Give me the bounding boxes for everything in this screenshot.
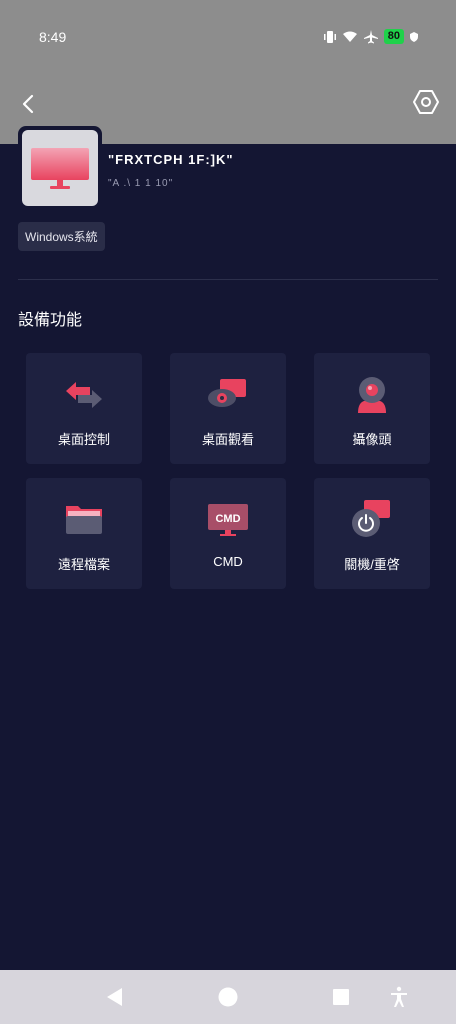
- section-title: 設備功能: [18, 312, 83, 329]
- monitor-icon: [31, 148, 89, 189]
- desktop-control-button[interactable]: 桌面控制: [26, 353, 142, 464]
- divider: [18, 279, 438, 280]
- tile-label: 桌面觀看: [201, 432, 254, 447]
- status-time: 8:49: [39, 29, 67, 45]
- system-nav-bar: [0, 970, 456, 1024]
- tile-label: 遠程檔案: [57, 557, 110, 572]
- cmd-icon-text: CMD: [215, 513, 240, 525]
- power-button[interactable]: 關機/重啓: [314, 478, 430, 589]
- device-id: "A .\ 1 1 10": [108, 178, 174, 189]
- airplane-icon: [363, 29, 378, 43]
- desktop-view-icon: [208, 379, 246, 407]
- back-button[interactable]: [16, 90, 44, 118]
- remote-files-button[interactable]: 遠程檔案: [26, 478, 142, 589]
- camera-icon: [358, 377, 386, 413]
- nav-recents-icon[interactable]: [330, 986, 352, 1008]
- tile-label: 攝像頭: [352, 432, 392, 447]
- battery-indicator: 80: [383, 29, 404, 44]
- tile-label: 桌面控制: [57, 432, 110, 447]
- wifi-icon: [342, 31, 357, 42]
- cmd-icon: CMD: [208, 504, 248, 536]
- power-icon: [352, 500, 390, 537]
- accessibility-icon[interactable]: [388, 986, 410, 1008]
- shield-icon: [410, 31, 418, 42]
- vibrate-icon: [323, 30, 336, 43]
- device-thumbnail: [22, 130, 98, 206]
- device-name: "FRXTCPH 1F:]K": [108, 152, 234, 167]
- settings-icon[interactable]: [412, 88, 440, 116]
- nav-back-icon[interactable]: [104, 986, 126, 1008]
- status-bar: 8:49 80: [0, 0, 456, 72]
- nav-home-icon[interactable]: [217, 986, 239, 1008]
- tile-label: 關機/重啓: [344, 557, 400, 572]
- status-icons: 80: [323, 29, 418, 44]
- folder-icon: [66, 506, 102, 534]
- desktop-control-icon: [66, 382, 102, 408]
- camera-button[interactable]: 攝像頭: [314, 353, 430, 464]
- desktop-view-button[interactable]: 桌面觀看: [170, 353, 286, 464]
- tile-label: CMD: [213, 554, 243, 569]
- cmd-button[interactable]: CMD CMD: [170, 478, 286, 589]
- os-badge: Windows系統: [18, 222, 105, 251]
- device-card: [18, 126, 102, 210]
